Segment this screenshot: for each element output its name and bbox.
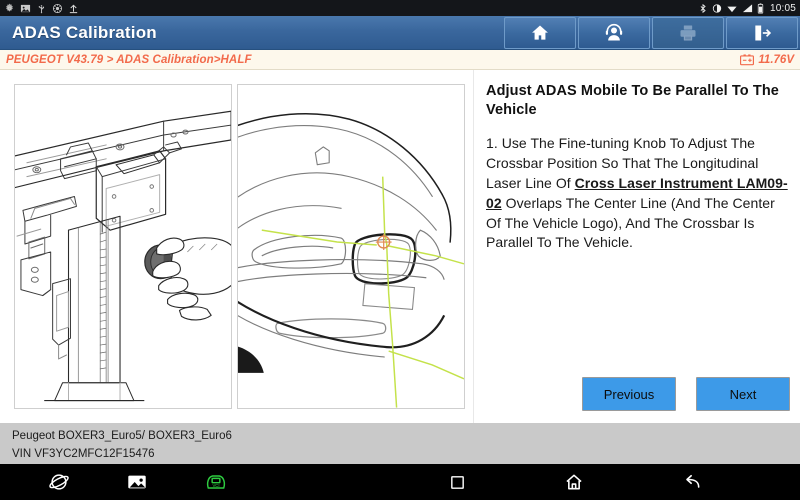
vehicle-model: Peugeot BOXER3_Euro5/ BOXER3_Euro6 xyxy=(12,430,232,442)
laser-target-icon xyxy=(375,234,392,250)
home-icon[interactable] xyxy=(564,472,584,492)
printer-icon xyxy=(680,25,696,40)
status-right-icons: 10:05 xyxy=(698,3,796,14)
back-icon[interactable] xyxy=(682,472,702,492)
status-left-icons xyxy=(4,2,79,14)
calibration-frame-diagram xyxy=(14,84,232,409)
exit-icon xyxy=(755,25,772,40)
instruction-body: 1. Use The Fine-tuning Knob To Adjust Th… xyxy=(486,134,792,253)
settings-gear-icon xyxy=(6,2,13,12)
header-toolbar xyxy=(502,16,800,50)
instruction-text-part2: Overlaps The Center Line (And The Center… xyxy=(486,194,775,251)
brightness-icon xyxy=(712,3,722,13)
wifi-icon xyxy=(727,6,737,12)
vehicle-vin: VIN VF3YC2MFC12F15476 xyxy=(12,447,155,460)
bluetooth-icon xyxy=(700,3,706,13)
signal-icon xyxy=(742,3,753,12)
next-button[interactable]: Next xyxy=(696,377,790,411)
print-button[interactable] xyxy=(652,16,724,49)
battery-voltage-icon xyxy=(740,53,755,65)
vci-connector-icon[interactable]: VCI xyxy=(204,472,228,492)
previous-button[interactable]: Previous xyxy=(582,377,676,411)
svg-text:VCI: VCI xyxy=(212,483,219,488)
android-nav-bar: VCI xyxy=(0,464,800,500)
usb-icon xyxy=(38,4,45,13)
main-content: Adjust ADAS Mobile To Be Parallel To The… xyxy=(0,70,800,423)
instruction-title: Adjust ADAS Mobile To Be Parallel To The… xyxy=(486,83,779,118)
recents-square-icon[interactable] xyxy=(449,474,466,491)
voltage-value: 11.76V xyxy=(758,53,794,66)
vehicle-front-diagram xyxy=(237,84,465,409)
instruction-panel: Adjust ADAS Mobile To Be Parallel To The… xyxy=(473,70,800,423)
browser-icon[interactable] xyxy=(48,471,70,493)
android-status-bar: 10:05 xyxy=(0,0,800,16)
screenshot-icon xyxy=(20,4,31,12)
nav-left-icons: VCI xyxy=(0,471,228,493)
breadcrumb[interactable]: PEUGEOT V43.79 > ADAS Calibration>HALF xyxy=(6,54,252,66)
vehicle-info-bar: Peugeot BOXER3_Euro5/ BOXER3_Euro6 VIN V… xyxy=(0,423,800,464)
debug-bug-icon xyxy=(52,3,63,13)
page-title: ADAS Calibration xyxy=(12,22,157,42)
home-button[interactable] xyxy=(504,16,576,49)
navigation-buttons: Previous Next xyxy=(582,377,790,411)
status-clock: 10:05 xyxy=(769,2,796,14)
battery-icon xyxy=(757,2,764,13)
headset-icon xyxy=(605,23,623,40)
adas-calibration-app: 10:05 ADAS Calibration PEUGEOT V43.79 > … xyxy=(0,0,800,500)
app-header: ADAS Calibration xyxy=(0,16,800,50)
support-button[interactable] xyxy=(578,16,650,49)
home-icon xyxy=(532,25,548,40)
nav-right-icons xyxy=(449,472,800,492)
voltage-indicator: 11.76V xyxy=(740,54,794,66)
upload-icon xyxy=(69,4,78,13)
gallery-icon[interactable] xyxy=(126,471,148,493)
exit-button[interactable] xyxy=(726,16,798,49)
breadcrumb-bar: PEUGEOT V43.79 > ADAS Calibration>HALF 1… xyxy=(0,50,800,70)
